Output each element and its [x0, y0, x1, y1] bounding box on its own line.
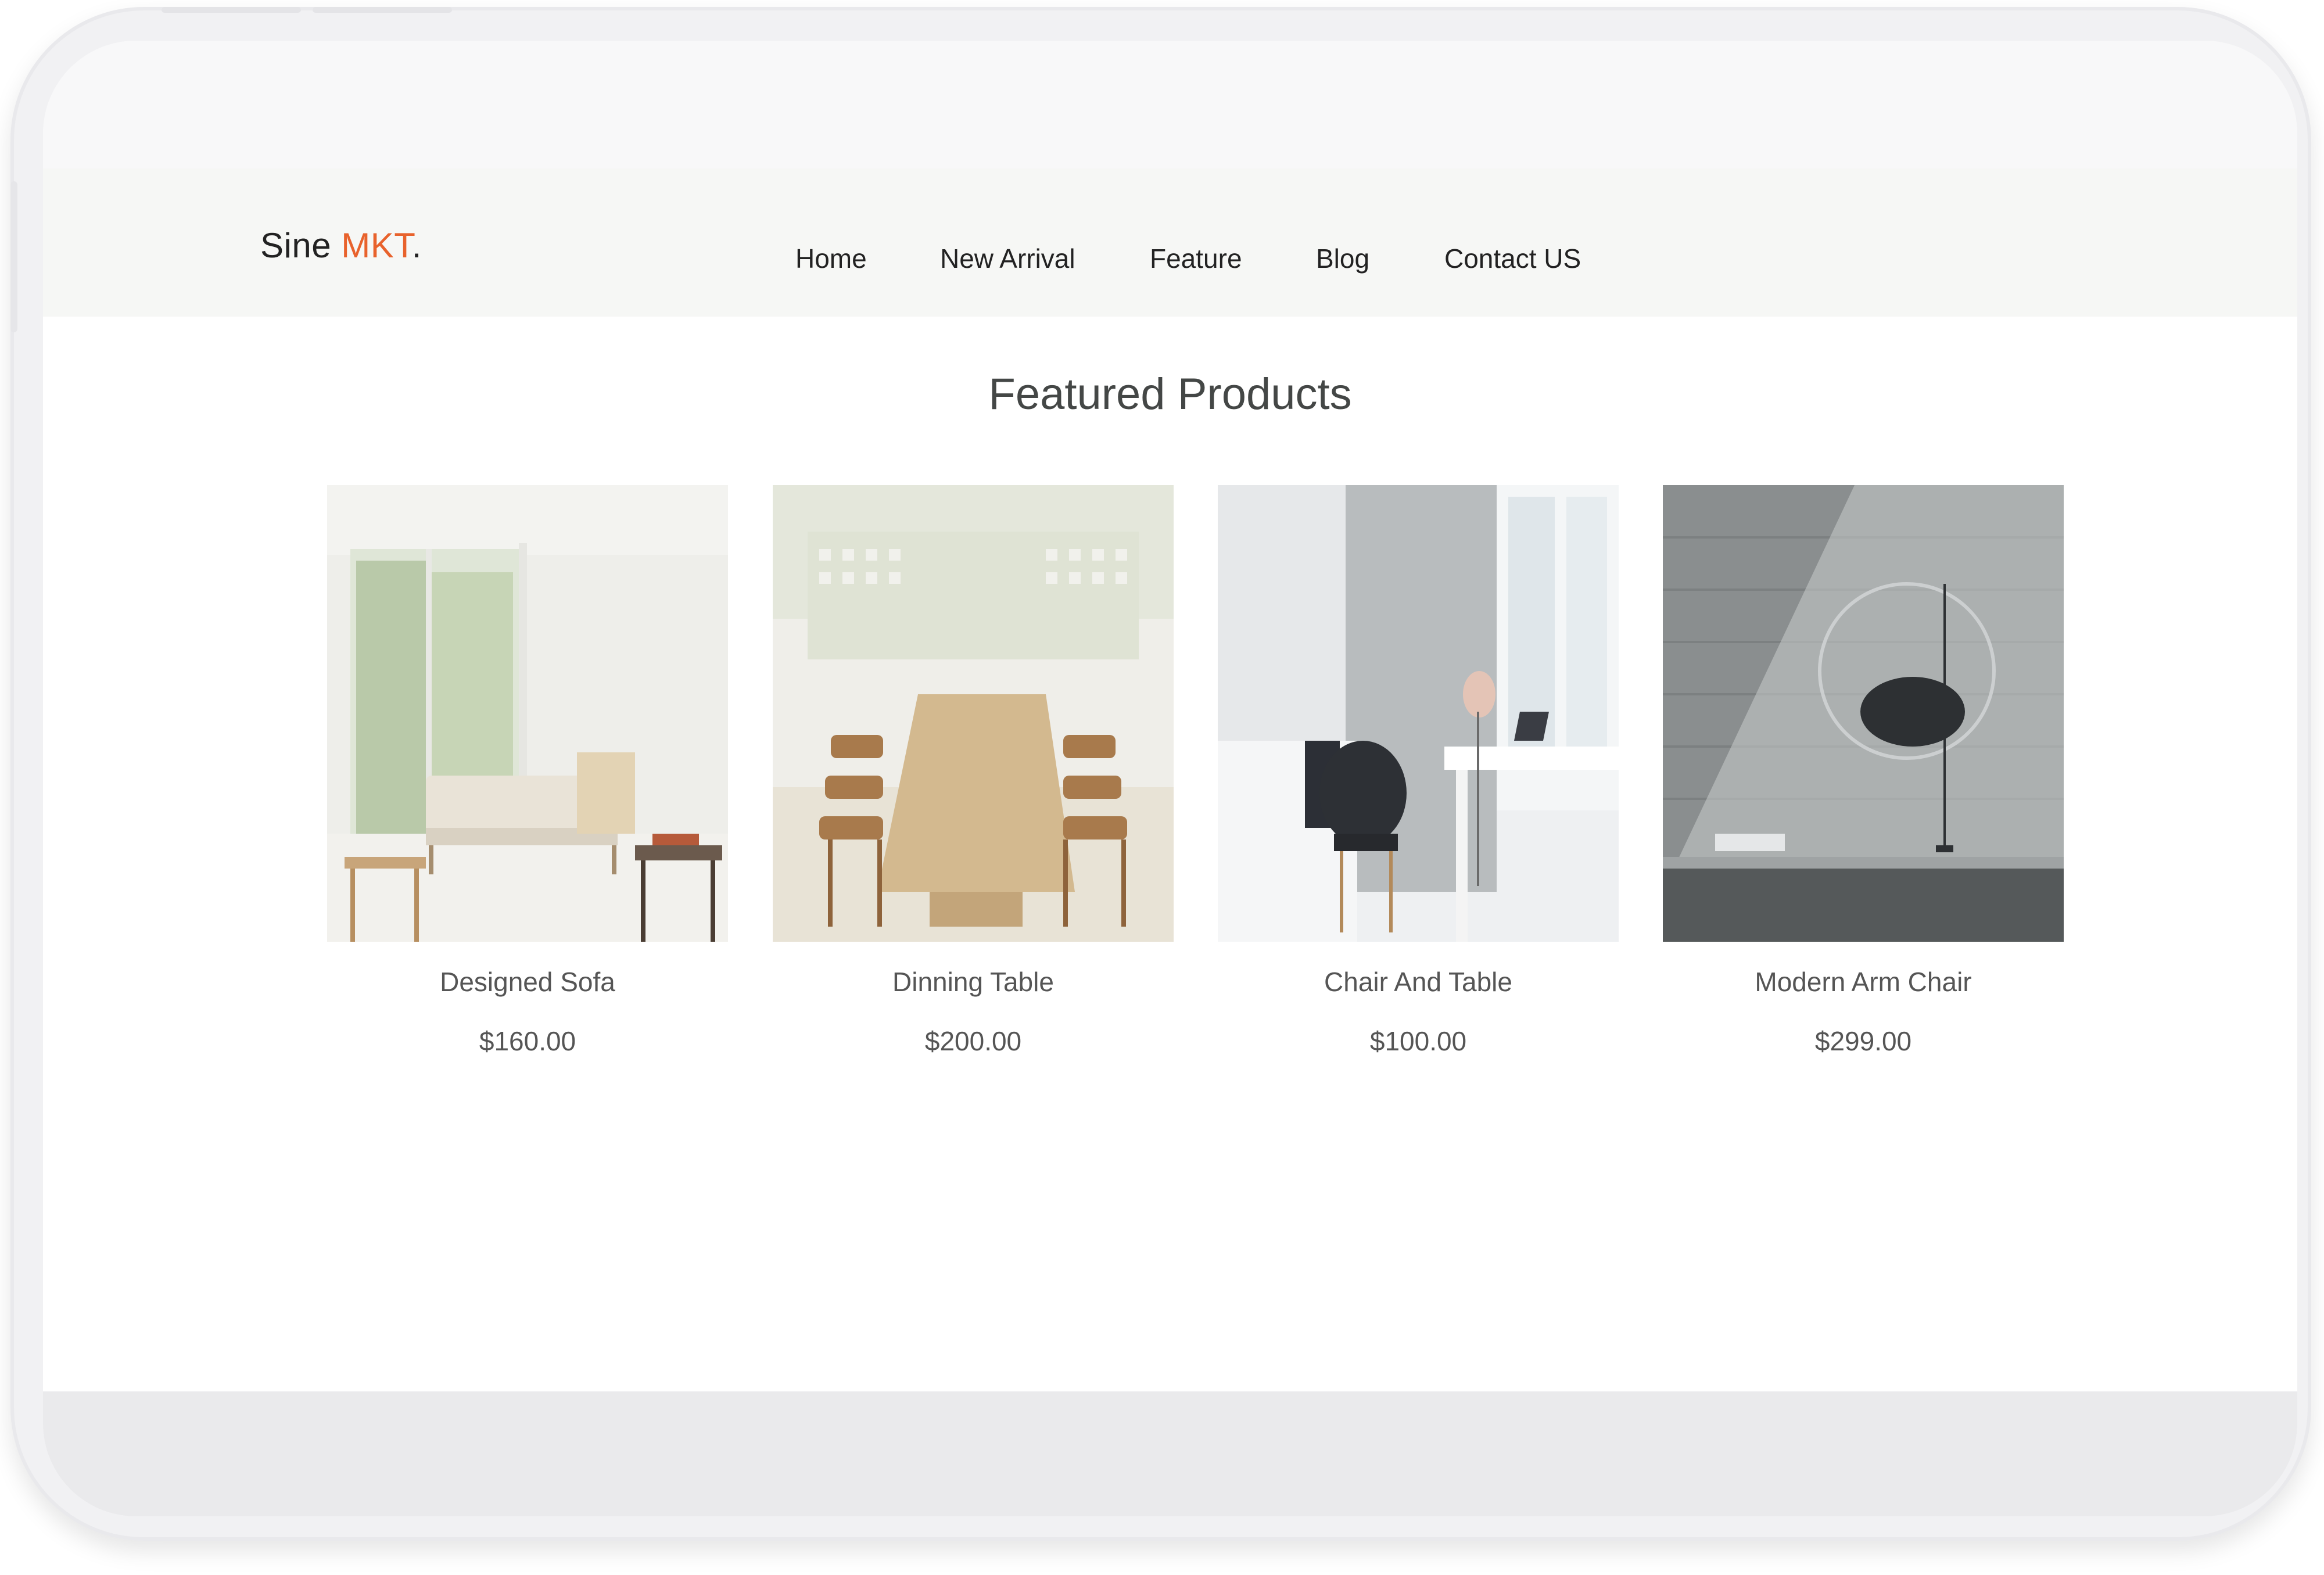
nav-item-home[interactable]: Home — [795, 243, 867, 274]
footer-band — [43, 1391, 2297, 1516]
product-image-chair-table[interactable] — [1218, 485, 1619, 942]
tablet-frame: Sine MKT. Home New Arrival Feature Blog … — [10, 7, 2311, 1541]
nav-item-feature[interactable]: Feature — [1150, 243, 1242, 274]
nav-item-contact-us[interactable]: Contact US — [1444, 243, 1581, 274]
nav-item-new-arrival[interactable]: New Arrival — [940, 243, 1075, 274]
bubble-chair-image — [1663, 485, 2064, 942]
nav-item-blog[interactable]: Blog — [1316, 243, 1369, 274]
product-image-sofa[interactable] — [327, 485, 728, 942]
device-power-button — [313, 7, 452, 13]
product-price: $100.00 — [1369, 1026, 1467, 1056]
dining-room-image — [773, 485, 1174, 942]
product-image-arm-chair[interactable] — [1663, 485, 2064, 942]
product-price: $160.00 — [479, 1026, 576, 1056]
main-nav: Home New Arrival Feature Blog Contact US — [43, 243, 2297, 284]
product-card[interactable]: Dinning Table $200.00 — [773, 485, 1174, 1057]
product-image-table[interactable] — [773, 485, 1174, 942]
product-card[interactable]: Chair And Table $100.00 — [1218, 485, 1619, 1057]
tablet-screen: Sine MKT. Home New Arrival Feature Blog … — [43, 41, 2297, 1516]
featured-section: Featured Products Designed Sofa $160.00 … — [43, 317, 2297, 1391]
device-volume-button — [162, 7, 301, 13]
sofa-room-image — [327, 485, 728, 942]
status-area — [43, 41, 2297, 168]
product-name[interactable]: Designed Sofa — [327, 966, 728, 998]
device-side-button — [10, 181, 17, 332]
office-room-image — [1218, 485, 1619, 942]
product-name[interactable]: Dinning Table — [773, 966, 1174, 998]
product-price: $200.00 — [924, 1026, 1022, 1056]
site-header: Sine MKT. Home New Arrival Feature Blog … — [43, 168, 2297, 317]
product-card[interactable]: Modern Arm Chair $299.00 — [1663, 485, 2064, 1057]
product-price: $299.00 — [1814, 1026, 1912, 1056]
product-card[interactable]: Designed Sofa $160.00 — [327, 485, 728, 1057]
section-title: Featured Products — [988, 369, 1352, 419]
product-name[interactable]: Modern Arm Chair — [1663, 966, 2064, 998]
product-name[interactable]: Chair And Table — [1218, 966, 1619, 998]
